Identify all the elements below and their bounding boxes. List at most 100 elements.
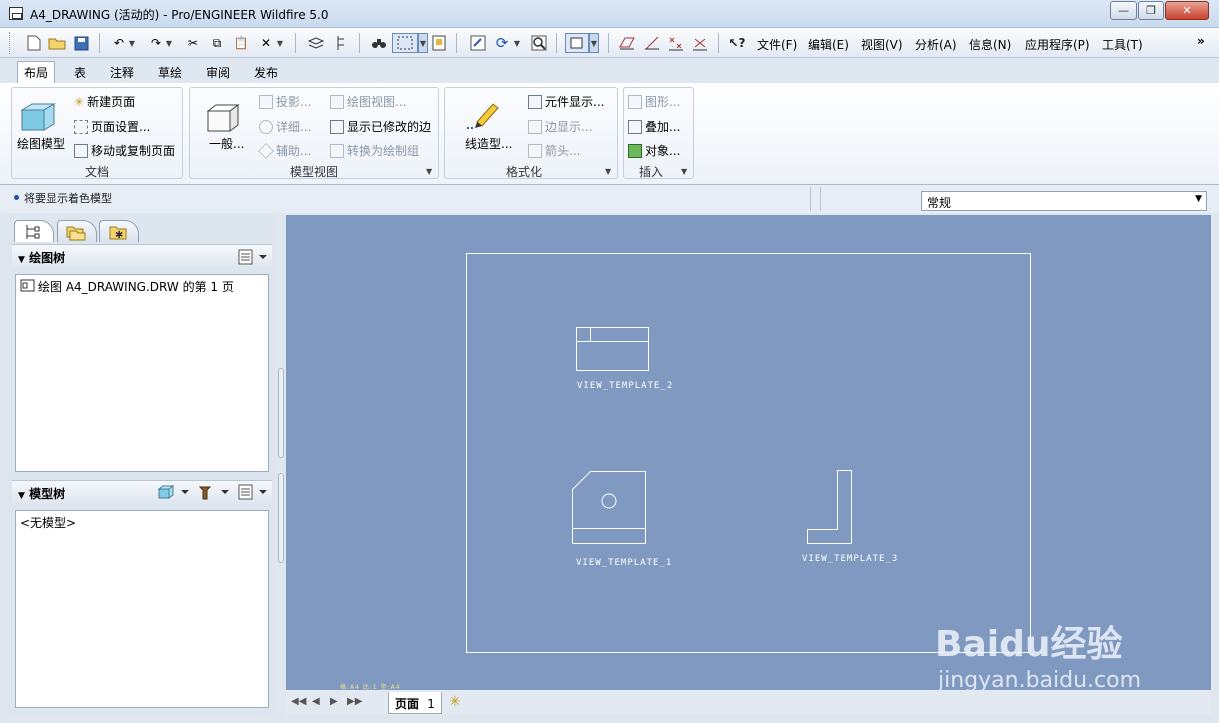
- next-page-icon[interactable]: ▶: [330, 696, 338, 707]
- close-icon: ✕: [1182, 4, 1192, 17]
- page-tab[interactable]: 页面 1: [388, 692, 442, 714]
- redo-dropdown-icon[interactable]: ▼: [164, 33, 174, 53]
- convert-to-draft-group-button[interactable]: 转换为绘制组: [330, 142, 419, 159]
- first-page-icon[interactable]: ◀◀: [291, 696, 306, 707]
- cut-icon[interactable]: ✂: [183, 33, 203, 53]
- detail-button[interactable]: 详细...: [259, 118, 311, 135]
- graph-button[interactable]: 图形...: [628, 93, 680, 110]
- paste-icon[interactable]: 📋: [231, 33, 251, 53]
- group-insert-dropdown-icon[interactable]: ▼: [681, 167, 687, 176]
- regenerate-icon[interactable]: [468, 33, 488, 53]
- menu-applications[interactable]: 应用程序(P): [1025, 36, 1090, 53]
- view-template-3-shape[interactable]: [807, 470, 853, 545]
- menu-file[interactable]: 文件(F): [757, 36, 797, 53]
- save-icon[interactable]: [71, 33, 91, 53]
- tab-annotate[interactable]: 注释: [104, 62, 140, 83]
- menu-view[interactable]: 视图(V): [861, 36, 903, 53]
- model-tree-settings-button[interactable]: [238, 484, 268, 503]
- tab-model-tree-nav[interactable]: [14, 220, 54, 242]
- move-copy-page-button[interactable]: 移动或复制页面: [74, 142, 175, 159]
- maximize-button[interactable]: ❐: [1138, 1, 1164, 20]
- page-setup-label: 页面设置...: [91, 120, 151, 134]
- new-page-button[interactable]: ✳ 新建页面: [74, 93, 135, 110]
- edge-display-label: 边显示...: [545, 120, 593, 134]
- auxiliary-button[interactable]: 辅助...: [258, 142, 311, 159]
- menu-info[interactable]: 信息(N): [969, 36, 1011, 53]
- last-page-icon[interactable]: ▶▶: [347, 696, 362, 707]
- add-page-icon[interactable]: ✳: [449, 694, 461, 710]
- edge-display-button[interactable]: 边显示...: [528, 118, 592, 135]
- datum-planes-icon[interactable]: [617, 33, 637, 53]
- find-binoculars-icon[interactable]: [369, 33, 389, 53]
- delete-icon[interactable]: ✕: [256, 33, 276, 53]
- projection-button[interactable]: 投影...: [259, 93, 311, 110]
- menu-tools[interactable]: 工具(T): [1102, 36, 1143, 53]
- datum-points-icon[interactable]: [666, 33, 686, 53]
- drawing-view-button[interactable]: 绘图视图...: [330, 93, 406, 110]
- tab-publish[interactable]: 发布: [248, 62, 284, 83]
- copy-icon[interactable]: ⧉: [207, 33, 227, 53]
- tree-structure-icon[interactable]: [331, 33, 351, 53]
- select-filter-icon[interactable]: [429, 33, 449, 53]
- previous-page-icon[interactable]: ◀: [312, 696, 320, 707]
- tree-node-drawing-page[interactable]: 绘图 A4_DRAWING.DRW 的第 1 页: [20, 278, 264, 295]
- view-template-2-shape[interactable]: [576, 327, 650, 372]
- overlay-button[interactable]: 叠加...: [628, 118, 680, 135]
- minimize-button[interactable]: —: [1110, 1, 1137, 20]
- zoom-icon[interactable]: [529, 33, 549, 53]
- group-model-views-dropdown-icon[interactable]: ▼: [426, 167, 432, 176]
- context-help-icon[interactable]: ↖?: [727, 33, 747, 53]
- coordinate-systems-icon[interactable]: [690, 33, 710, 53]
- page-setup-button[interactable]: 页面设置...: [74, 118, 150, 135]
- model-display-button[interactable]: [157, 484, 191, 503]
- repaint-icon[interactable]: ⟳: [492, 33, 512, 53]
- arrows-button[interactable]: 箭头...: [528, 142, 580, 159]
- tab-review[interactable]: 审阅: [200, 62, 236, 83]
- menu-analysis[interactable]: 分析(A): [915, 36, 957, 53]
- object-button[interactable]: 对象...: [628, 142, 680, 159]
- selection-dropdown-icon[interactable]: ▼: [418, 33, 428, 53]
- menu-edit[interactable]: 编辑(E): [808, 36, 849, 53]
- undo-dropdown-icon[interactable]: ▼: [127, 33, 137, 53]
- display-style-icon[interactable]: [565, 33, 589, 53]
- drawing-tree-header[interactable]: ▼ 绘图树: [12, 244, 272, 268]
- line-style-button[interactable]: [467, 100, 503, 133]
- model-tree-header[interactable]: ▼ 模型树: [12, 480, 272, 504]
- drawing-model-icon: [20, 103, 56, 131]
- drawing-model-button[interactable]: [18, 102, 58, 137]
- layers-icon[interactable]: [306, 33, 326, 53]
- model-tree-tools-button[interactable]: [197, 484, 231, 503]
- view-label[interactable]: VIEW_TEMPLATE_3: [802, 554, 898, 564]
- panel-splitter[interactable]: [276, 215, 286, 715]
- splitter-handle[interactable]: [278, 368, 284, 458]
- close-button[interactable]: ✕: [1165, 1, 1209, 20]
- redo-icon[interactable]: ↷: [146, 33, 166, 53]
- delete-dropdown-icon[interactable]: ▼: [275, 33, 285, 53]
- selection-filter-dropdown[interactable]: 常规 ▼: [921, 191, 1207, 211]
- new-file-icon[interactable]: [24, 33, 44, 53]
- drawing-tree-settings-button[interactable]: [238, 249, 268, 268]
- repaint-dropdown-icon[interactable]: ▼: [512, 33, 522, 53]
- group-format-dropdown-icon[interactable]: ▼: [605, 167, 611, 176]
- view-label[interactable]: VIEW_TEMPLATE_2: [577, 381, 673, 391]
- open-folder-icon[interactable]: [47, 33, 67, 53]
- display-style-dropdown-icon[interactable]: ▼: [589, 33, 599, 53]
- splitter-handle[interactable]: [278, 473, 284, 563]
- view-label[interactable]: VIEW_TEMPLATE_1: [576, 558, 672, 568]
- tab-table[interactable]: 表: [68, 62, 92, 83]
- show-modified-edges-button[interactable]: 显示已修改的边: [330, 118, 431, 135]
- tab-layout[interactable]: 布局: [17, 61, 56, 84]
- tab-folder-browser[interactable]: [57, 220, 97, 242]
- drawing-tree[interactable]: 绘图 A4_DRAWING.DRW 的第 1 页: [15, 274, 269, 472]
- datum-axes-icon[interactable]: [642, 33, 662, 53]
- view-template-1-shape[interactable]: [572, 471, 647, 546]
- menu-overflow[interactable]: »: [1197, 34, 1205, 48]
- tab-favorites[interactable]: ✱: [99, 220, 139, 242]
- tab-sketch[interactable]: 草绘: [152, 62, 188, 83]
- component-display-button[interactable]: 元件显示...: [528, 93, 604, 110]
- general-view-button[interactable]: [205, 103, 241, 136]
- selection-box-icon[interactable]: [392, 33, 418, 53]
- toolbar-grip[interactable]: [9, 32, 12, 54]
- model-tree[interactable]: <无模型>: [15, 510, 269, 708]
- undo-icon[interactable]: ↶: [109, 33, 129, 53]
